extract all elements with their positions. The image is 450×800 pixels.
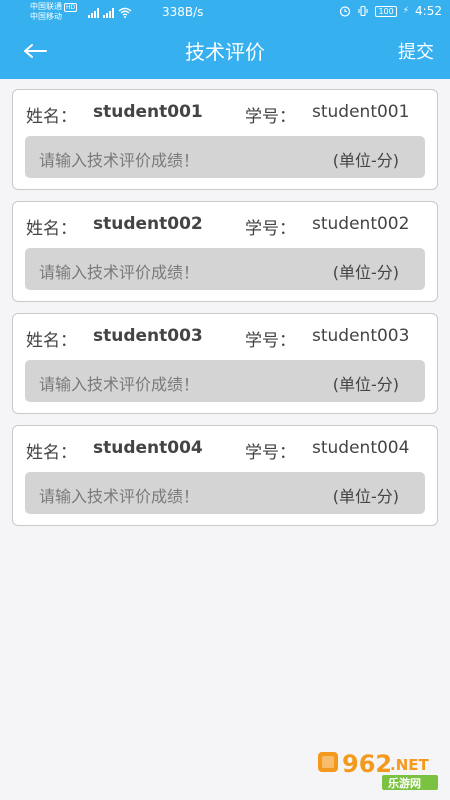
charging-icon: ⚡ xyxy=(402,6,410,16)
battery-icon: 100 xyxy=(375,5,397,17)
watermark-suffix: .NET xyxy=(390,756,429,774)
score-input-placeholder: 请输入技术评价成绩！ xyxy=(39,487,200,506)
signal-icon xyxy=(88,6,132,18)
student-id: student001 xyxy=(312,102,410,122)
score-unit: (单位-分) xyxy=(332,151,399,170)
watermark-caption: 乐游网 xyxy=(388,776,421,790)
watermark-number: 962 xyxy=(342,750,392,778)
score-input-placeholder: 请输入技术评价成绩！ xyxy=(39,263,200,282)
student-id-label: 学号： xyxy=(245,331,296,351)
score-input[interactable]: 请输入技术评价成绩！ (单位-分) xyxy=(25,360,425,402)
student-card: 姓名： student003 学号： student003 请输入技术评价成绩！… xyxy=(12,313,438,414)
student-id-label: 学号： xyxy=(245,107,296,127)
carrier-2: 中国移动 xyxy=(30,12,62,21)
submit-button[interactable]: 提交 xyxy=(398,26,434,79)
status-right-group: 100 ⚡ 4:52 xyxy=(339,4,442,18)
student-name: student004 xyxy=(93,438,203,458)
student-id: student003 xyxy=(312,326,410,346)
back-button[interactable] xyxy=(18,36,52,66)
hd-badge: HD xyxy=(64,3,78,12)
clock: 4:52 xyxy=(415,4,442,18)
student-name: student002 xyxy=(93,214,203,234)
student-card: 姓名： student001 学号： student001 请输入技术评价成绩！… xyxy=(12,89,438,190)
carrier-1: 中国联通 xyxy=(30,2,62,11)
nav-bar: 技术评价 提交 xyxy=(0,26,450,79)
student-name: student003 xyxy=(93,326,203,346)
score-unit: (单位-分) xyxy=(332,263,399,282)
watermark-logo: 962 .NET 乐游网 xyxy=(318,750,438,790)
score-input[interactable]: 请输入技术评价成绩！ (单位-分) xyxy=(25,248,425,290)
student-id: student004 xyxy=(312,438,410,458)
status-bar: 中国联通 HD 中国移动 338B/s 100 ⚡ 4:52 xyxy=(0,0,450,26)
network-speed: 338B/s xyxy=(162,5,204,19)
name-label: 姓名： xyxy=(26,331,77,351)
wifi-icon xyxy=(118,7,132,18)
student-name: student001 xyxy=(93,102,203,122)
vibrate-icon xyxy=(358,5,368,17)
carrier-info: 中国联通 HD 中国移动 xyxy=(30,2,78,22)
name-label: 姓名： xyxy=(26,107,77,127)
alarm-icon xyxy=(340,6,351,17)
student-id-label: 学号： xyxy=(245,219,296,239)
score-unit: (单位-分) xyxy=(332,375,399,394)
student-card: 姓名： student004 学号： student004 请输入技术评价成绩！… xyxy=(12,425,438,526)
student-id: student002 xyxy=(312,214,410,234)
student-id-label: 学号： xyxy=(245,443,296,463)
score-input[interactable]: 请输入技术评价成绩！ (单位-分) xyxy=(25,472,425,514)
back-arrow-icon xyxy=(24,44,47,58)
score-input-placeholder: 请输入技术评价成绩！ xyxy=(39,151,200,170)
name-label: 姓名： xyxy=(26,219,77,239)
name-label: 姓名： xyxy=(26,443,77,463)
score-input-placeholder: 请输入技术评价成绩！ xyxy=(39,375,200,394)
student-list: 姓名： student001 学号： student001 请输入技术评价成绩！… xyxy=(12,89,438,537)
score-unit: (单位-分) xyxy=(332,487,399,506)
score-input[interactable]: 请输入技术评价成绩！ (单位-分) xyxy=(25,136,425,178)
app-header: 中国联通 HD 中国移动 338B/s 100 ⚡ 4:52 技术评价 提交 xyxy=(0,0,450,79)
student-card: 姓名： student002 学号： student002 请输入技术评价成绩！… xyxy=(12,201,438,302)
page-title: 技术评价 xyxy=(185,40,265,64)
